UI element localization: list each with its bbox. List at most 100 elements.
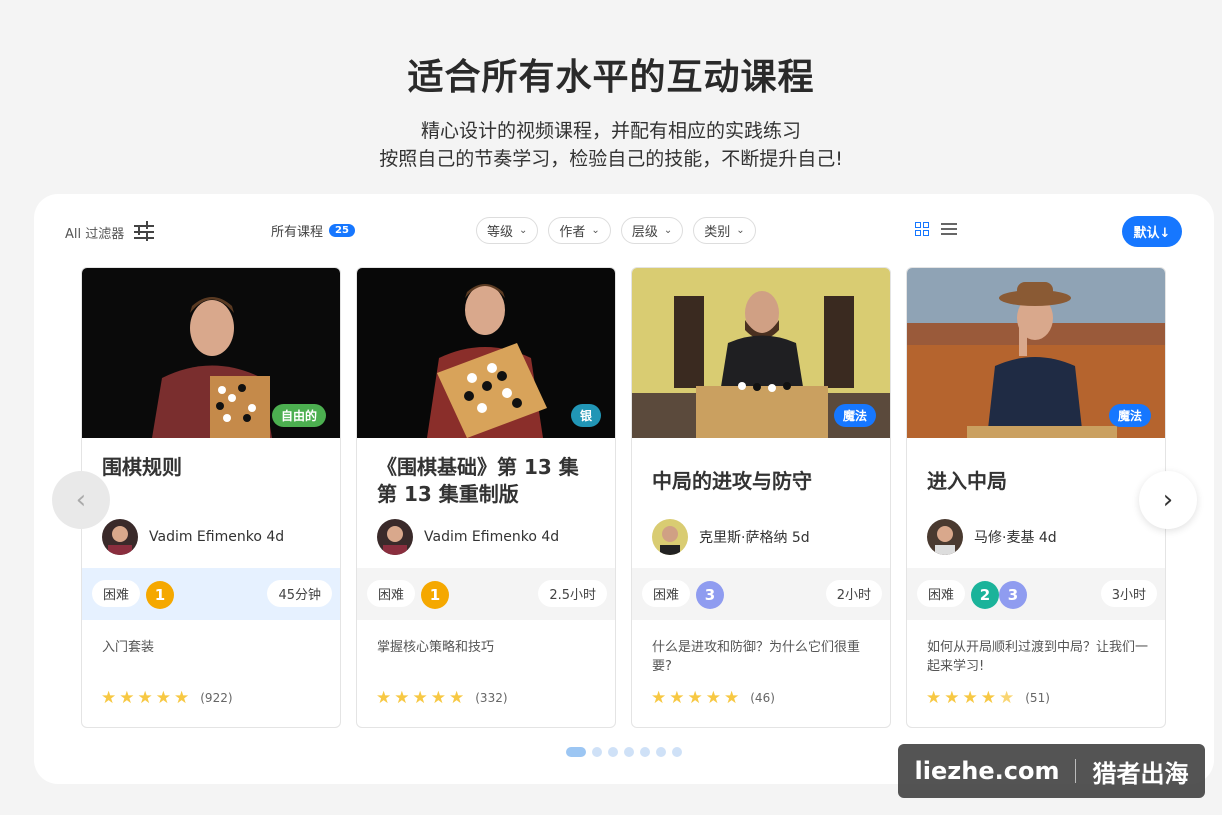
course-author[interactable]: 克里斯·萨格纳 5d — [652, 519, 810, 555]
pagination-dot[interactable] — [656, 747, 666, 757]
pagination-dot[interactable] — [624, 747, 634, 757]
tier-badge: 银 — [570, 404, 601, 427]
chevron-down-icon: ⌄ — [736, 225, 745, 236]
author-name: Vadim Efimenko 4d — [424, 529, 560, 545]
star-icon: ★ — [174, 688, 190, 708]
course-card[interactable]: 魔法 进入中局 马修·麦基 4d 困难 2 3 3小时 如何从开局顺利过渡到中局… — [906, 267, 1166, 728]
carousel-pagination — [566, 747, 682, 757]
page-subtitle-2: 按照自己的节奏学习，检验自己的技能，不断提升自己! — [379, 148, 843, 170]
rating-count: (332) — [475, 691, 508, 705]
avatar — [652, 519, 688, 555]
rating-count: (46) — [750, 691, 775, 705]
course-meta: 困难 1 45分钟 — [82, 568, 340, 620]
pagination-dot[interactable] — [608, 747, 618, 757]
level-badge: 2 — [971, 581, 999, 609]
pagination-dot[interactable] — [640, 747, 650, 757]
course-title[interactable]: 围棋规则 — [102, 454, 327, 481]
star-icon: ★ — [137, 688, 153, 708]
duration-pill: 2.5小时 — [538, 580, 607, 607]
course-title[interactable]: 进入中局 — [927, 468, 1152, 495]
star-icon: ★ — [705, 688, 721, 708]
avatar — [102, 519, 138, 555]
filter-dropdowns: 等级 ⌄ 作者 ⌄ 层级 ⌄ 类别 ⌄ — [476, 217, 756, 244]
difficulty-label: 困难 — [378, 588, 405, 603]
author-name: 马修·麦基 4d — [974, 530, 1057, 546]
star-icon: ★ — [101, 688, 117, 708]
star-icon: ★ — [394, 688, 410, 708]
course-meta: 困难 3 2小时 — [632, 568, 890, 620]
course-count-badge: 25 — [329, 224, 355, 237]
difficulty-label: 困难 — [928, 588, 955, 603]
star-icon: ★ — [724, 688, 740, 708]
difficulty-label: 困难 — [103, 588, 130, 603]
tier-badge: 自由的 — [271, 404, 326, 427]
star-icon: ★ — [651, 688, 667, 708]
duration-pill: 2小时 — [825, 580, 882, 607]
course-card[interactable]: 自由的 围棋规则 Vadim Efimenko 4d 困难 1 45分钟 入门套… — [81, 267, 341, 728]
pagination-dot[interactable] — [592, 747, 602, 757]
all-courses-label: 所有课程 — [271, 225, 324, 240]
course-meta: 困难 2 3 3小时 — [907, 568, 1165, 620]
chevron-left-icon: ‹ — [75, 485, 87, 515]
course-card[interactable]: 魔法 中局的进攻与防守 克里斯·萨格纳 5d 困难 3 2小时 什么是进攻和防御… — [631, 267, 891, 728]
star-icon: ★ — [669, 688, 685, 708]
carousel-next-button[interactable]: › — [1139, 471, 1197, 529]
course-author[interactable]: 马修·麦基 4d — [927, 519, 1057, 555]
rating-count: (922) — [200, 691, 233, 705]
course-title[interactable]: 《围棋基础》第 13 集 第 13 集重制版 — [377, 454, 602, 508]
duration-pill: 45分钟 — [267, 580, 332, 607]
sliders-icon — [134, 221, 156, 243]
difficulty-pill: 困难 — [917, 580, 966, 607]
star-icon: ★ — [155, 688, 171, 708]
course-title[interactable]: 中局的进攻与防守 — [652, 468, 877, 495]
chevron-down-icon: ⌄ — [591, 225, 600, 236]
course-card[interactable]: 银 《围棋基础》第 13 集 第 13 集重制版 Vadim Efimenko … — [356, 267, 616, 728]
course-description: 入门套装 — [102, 640, 155, 655]
star-icon: ★ — [687, 688, 703, 708]
watermark: liezhe.com 猎者出海 — [898, 744, 1205, 798]
author-name: 克里斯·萨格纳 5d — [699, 530, 810, 546]
star-icon: ★ — [926, 688, 942, 708]
carousel-prev-button[interactable]: ‹ — [52, 471, 110, 529]
rating-count: (51) — [1025, 691, 1050, 705]
tier-badge: 魔法 — [833, 404, 876, 427]
all-courses-tab[interactable]: 所有课程 25 — [271, 221, 355, 240]
page-title: 适合所有水平的互动课程 — [407, 57, 815, 98]
filter-label: All 过滤器 — [65, 226, 125, 242]
course-author[interactable]: Vadim Efimenko 4d — [102, 519, 284, 555]
page-subtitle-1: 精心设计的视频课程，并配有相应的实践练习 — [420, 120, 801, 142]
list-view-icon[interactable] — [941, 222, 957, 236]
dropdown-tier[interactable]: 层级 ⌄ — [620, 217, 684, 244]
star-icon: ★ — [430, 688, 446, 708]
level-badge: 3 — [999, 581, 1027, 609]
watermark-divider — [1075, 759, 1077, 783]
difficulty-pill: 困难 — [642, 580, 691, 607]
dropdown-grade[interactable]: 等级 ⌄ — [476, 217, 539, 244]
grid-view-icon[interactable] — [915, 222, 929, 236]
star-half-icon: ★ — [999, 688, 1015, 708]
star-icon: ★ — [449, 688, 465, 708]
chevron-down-icon: ⌄ — [663, 225, 673, 236]
star-icon: ★ — [944, 688, 960, 708]
sort-button[interactable]: 默认↓ — [1122, 216, 1182, 247]
course-rating: ★ ★ ★ ★ ★ (46) — [651, 688, 775, 708]
view-toggle — [915, 222, 957, 236]
dropdown-author[interactable]: 作者 ⌄ — [548, 217, 611, 244]
level-badge: 1 — [146, 581, 174, 609]
pagination-dot[interactable] — [672, 747, 682, 757]
course-description: 如何从开局顺利过渡到中局？让我们一起来学习! — [927, 640, 1149, 674]
filter-button[interactable]: All 过滤器 — [65, 221, 156, 243]
chevron-right-icon: › — [1162, 485, 1174, 515]
course-author[interactable]: Vadim Efimenko 4d — [377, 519, 559, 555]
course-description: 掌握核心策略和技巧 — [377, 640, 495, 655]
pagination-dot[interactable] — [566, 747, 586, 757]
avatar — [377, 519, 413, 555]
course-meta: 困难 1 2.5小时 — [357, 568, 615, 620]
tier-badge: 魔法 — [1108, 404, 1151, 427]
star-icon: ★ — [119, 688, 135, 708]
dropdown-category[interactable]: 类别 ⌄ — [693, 217, 756, 244]
watermark-site: liezhe.com — [914, 757, 1060, 785]
course-rating: ★ ★ ★ ★ ★ (922) — [101, 688, 233, 708]
dropdown-label: 等级 — [487, 225, 514, 240]
author-name: Vadim Efimenko 4d — [149, 529, 285, 545]
